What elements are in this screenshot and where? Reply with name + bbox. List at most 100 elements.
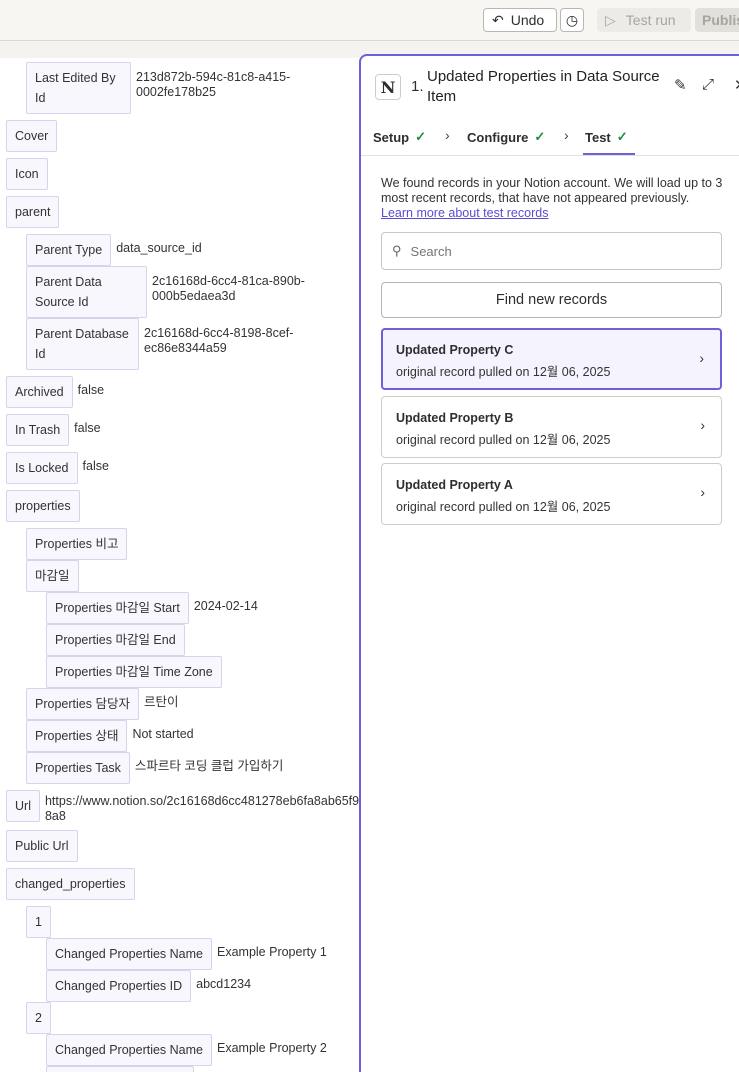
tab-label: Test	[585, 129, 611, 145]
field-key[interactable]: Properties 마감일 Start	[46, 592, 189, 624]
field-value: 2c16168d-6cc4-8198-8cef-ec86e8344a59	[144, 326, 294, 355]
field-key[interactable]: Url	[6, 790, 40, 822]
field-key[interactable]: changed_properties	[6, 868, 135, 900]
tree-row-public-url: Public Url	[6, 830, 78, 862]
learn-more-link[interactable]: Learn more about test records	[381, 206, 548, 220]
field-value: https://www.notion.so/2c16168d6cc481278e…	[44, 794, 360, 823]
tab-label: Setup	[373, 129, 410, 145]
field-key[interactable]: Parent Data Source Id	[26, 266, 147, 318]
record-item[interactable]: Updated Property C original record pulle…	[381, 328, 722, 390]
field-key[interactable]: Properties Task	[26, 752, 130, 784]
tree-row-cp2-partial	[46, 1066, 194, 1072]
field-key[interactable]: Changed Properties Name	[46, 1034, 212, 1066]
expand-icon[interactable]: ⤢	[702, 76, 714, 93]
field-key[interactable]: Changed Properties ID	[46, 970, 192, 1002]
field-key[interactable]: Icon	[6, 158, 48, 190]
tree-row-prop-deadline: 마감일	[26, 560, 79, 592]
chevron-right-icon: ›	[699, 350, 704, 366]
field-value: Example Property 1	[217, 945, 327, 959]
top-toolbar: ↶ Undo ◷ ▷ Test run Publis	[0, 0, 739, 41]
field-key[interactable]: In Trash	[6, 414, 70, 446]
record-subtitle: original record pulled on 12월 06, 2025	[396, 500, 611, 514]
search-icon: ⚲	[392, 243, 402, 258]
field-key[interactable]: Parent Type	[26, 234, 112, 266]
search-input[interactable]	[408, 242, 689, 260]
tree-row-cp2-name: Changed Properties Name Example Property…	[46, 1034, 327, 1066]
tree-row-parent-database-id: Parent Database Id 2c16168d-6cc4-8198-8c…	[26, 318, 319, 370]
field-key[interactable]: 2	[26, 1002, 51, 1034]
step-number: 1.	[411, 78, 424, 95]
chevron-right-icon: ›	[445, 127, 450, 143]
tab-configure[interactable]: Configure ✓	[467, 129, 545, 145]
check-icon: ✓	[415, 129, 427, 144]
field-key[interactable]: Is Locked	[6, 452, 78, 484]
field-key[interactable]	[46, 1066, 194, 1072]
record-item[interactable]: Updated Property A original record pulle…	[381, 463, 722, 525]
tree-row-changed-properties: changed_properties	[6, 868, 135, 900]
field-key[interactable]: Properties 마감일 Time Zone	[46, 656, 222, 688]
tree-row-cover: Cover	[6, 120, 58, 152]
tree-row-prop-task: Properties Task 스파르타 코딩 클럽 가입하기	[26, 752, 283, 784]
chevron-right-icon: ›	[700, 484, 705, 500]
field-key[interactable]: Properties 마감일 End	[46, 624, 185, 656]
field-value: 213d872b-594c-81c8-a415-0002fe178b25	[136, 70, 291, 99]
edit-icon[interactable]: ✎	[674, 76, 687, 94]
publish-label: Publis	[702, 12, 739, 28]
search-box[interactable]: ⚲	[381, 232, 722, 270]
field-key[interactable]: properties	[6, 490, 80, 522]
field-key[interactable]: Archived	[6, 376, 73, 408]
record-title: Updated Property B	[396, 411, 514, 425]
tree-row-cp-1: 1	[26, 906, 51, 938]
field-value: 2c16168d-6cc4-81ca-890b-000b5edaea3d	[152, 274, 305, 303]
field-key[interactable]: Changed Properties Name	[46, 938, 212, 970]
field-key[interactable]: Last Edited By Id	[26, 62, 131, 114]
test-run-button[interactable]: ▷ Test run	[597, 8, 691, 32]
field-value: abcd1234	[196, 977, 252, 991]
field-value: Example Property 2	[217, 1041, 327, 1055]
record-item[interactable]: Updated Property B original record pulle…	[381, 396, 722, 458]
chevron-right-icon: ›	[564, 127, 569, 143]
active-tab-indicator	[583, 153, 635, 155]
tab-setup[interactable]: Setup ✓	[373, 129, 426, 145]
check-icon: ✓	[616, 129, 628, 144]
field-key[interactable]: Public Url	[6, 830, 78, 862]
tree-row-properties: properties	[6, 490, 80, 522]
field-key[interactable]: Properties 담당자	[26, 688, 139, 720]
find-new-records-button[interactable]: Find new records	[381, 282, 722, 318]
record-data-tree: Last Edited By Id 213d872b-594c-81c8-a41…	[0, 58, 370, 1072]
tree-row-cp-2: 2	[26, 1002, 51, 1034]
tab-label: Configure	[467, 129, 529, 145]
field-key[interactable]: Parent Database Id	[26, 318, 139, 370]
tree-row-prop-deadline-start: Properties 마감일 Start 2024-02-14	[46, 592, 258, 624]
test-description: We found records in your Notion account.…	[381, 176, 726, 221]
step-tabs: Setup ✓ › Configure ✓ › Test ✓	[361, 126, 739, 156]
tree-row-parent-type: Parent Type data_source_id	[26, 234, 202, 266]
tree-row-last-edited-by-id: Last Edited By Id 213d872b-594c-81c8-a41…	[26, 62, 316, 114]
test-run-label: Test run	[625, 12, 676, 28]
field-key[interactable]: 마감일	[26, 560, 79, 592]
undo-button[interactable]: ↶ Undo	[483, 8, 557, 32]
publish-button[interactable]: Publis	[695, 8, 739, 32]
description-text: We found records in your Notion account.…	[381, 176, 723, 205]
field-key[interactable]: 1	[26, 906, 51, 938]
version-history-button[interactable]: ◷	[560, 8, 584, 32]
check-icon: ✓	[534, 129, 546, 144]
field-value: false	[74, 421, 101, 435]
tree-row-parent: parent	[6, 196, 60, 228]
tree-row-archived: Archived false	[6, 376, 104, 408]
field-value: 2024-02-14	[193, 599, 258, 613]
record-title: Updated Property A	[396, 478, 513, 492]
tree-row-prop-status: Properties 상태 Not started	[26, 720, 194, 752]
play-icon: ▷	[605, 11, 616, 28]
field-key[interactable]: Properties 상태	[26, 720, 128, 752]
tree-row-in-trash: In Trash false	[6, 414, 101, 446]
tree-row-url: Url https://www.notion.so/2c16168d6cc481…	[6, 790, 360, 824]
close-icon[interactable]: ✕	[734, 76, 739, 94]
step-title: Updated Properties in Data Source Item	[427, 68, 660, 105]
field-key[interactable]: parent	[6, 196, 60, 228]
undo-icon: ↶	[492, 11, 504, 28]
field-key[interactable]: Properties 비고	[26, 528, 128, 560]
tab-test[interactable]: Test ✓	[585, 129, 628, 145]
field-key[interactable]: Cover	[6, 120, 58, 152]
record-subtitle: original record pulled on 12월 06, 2025	[396, 433, 611, 447]
